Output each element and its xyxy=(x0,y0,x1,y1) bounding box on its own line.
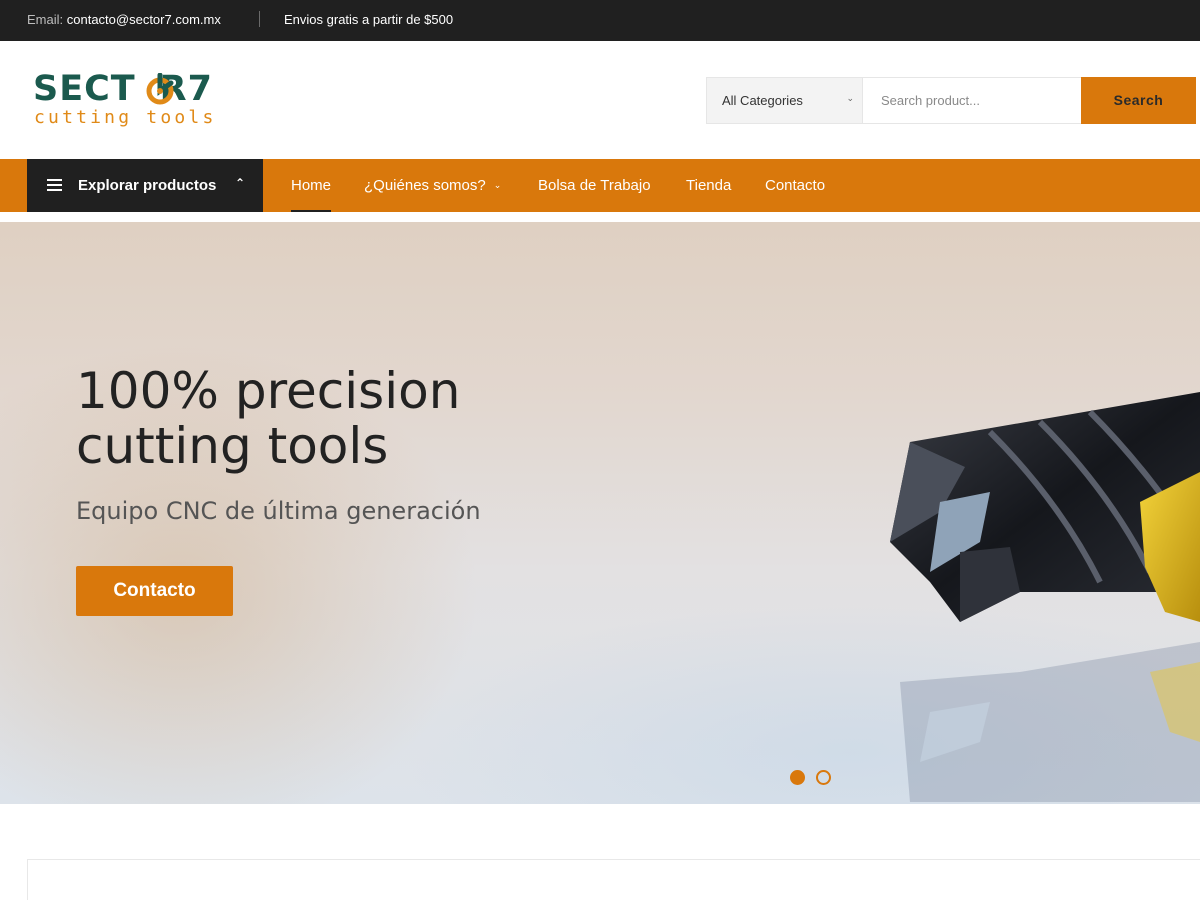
hero-contact-button[interactable]: Contacto xyxy=(76,566,233,616)
nav-item-about-label: ¿Quiénes somos? xyxy=(364,177,486,194)
site-header: SECT R7 cutting tools All Categories ⌄ S… xyxy=(0,41,1200,159)
search-input[interactable] xyxy=(862,78,1081,123)
slider-dot-1[interactable] xyxy=(790,770,805,785)
logo-wordmark: SECT R7 xyxy=(33,69,213,109)
end-mill-image xyxy=(890,392,1200,802)
main-nav: Explorar productos ⌃ Home ¿Quiénes somos… xyxy=(0,159,1200,212)
content-card xyxy=(27,859,1200,900)
hero-subtitle: Equipo CNC de última generación xyxy=(76,497,481,525)
chevron-up-icon: ⌃ xyxy=(235,176,246,190)
nav-item-contact[interactable]: Contacto xyxy=(765,177,825,194)
hero-slider: 100% precision cutting tools Equipo CNC … xyxy=(0,222,1200,804)
divider xyxy=(259,11,260,27)
logo-mark-icon xyxy=(146,73,174,105)
nav-item-jobs[interactable]: Bolsa de Trabajo xyxy=(538,177,651,194)
contact-email[interactable]: Email: contacto@sector7.com.mx xyxy=(27,12,221,27)
nav-item-home[interactable]: Home xyxy=(291,177,332,212)
site-logo[interactable]: SECT R7 cutting tools xyxy=(33,69,233,131)
slider-dot-2[interactable] xyxy=(816,770,831,785)
chevron-down-icon: ⌄ xyxy=(493,180,502,190)
logo-tagline: cutting tools xyxy=(34,107,217,128)
nav-item-about[interactable]: ¿Quiénes somos? ⌄ xyxy=(364,177,501,194)
search-button[interactable]: Search xyxy=(1081,77,1196,124)
top-bar: Email: contacto@sector7.com.mx Envios gr… xyxy=(0,0,1200,41)
email-link[interactable]: contacto@sector7.com.mx xyxy=(67,12,221,27)
email-label: Email: xyxy=(27,12,64,27)
product-search: All Categories ⌄ Search xyxy=(706,77,1196,124)
nav-item-shop[interactable]: Tienda xyxy=(686,177,731,194)
explore-products-button[interactable]: Explorar productos ⌃ xyxy=(27,159,263,212)
explore-products-label: Explorar productos xyxy=(78,177,217,194)
category-select[interactable]: All Categories ⌄ xyxy=(707,78,862,123)
hero-title: 100% precision cutting tools xyxy=(76,362,461,475)
hamburger-icon xyxy=(47,179,62,192)
chevron-down-icon: ⌄ xyxy=(846,93,854,103)
shipping-notice: Envios gratis a partir de $500 xyxy=(284,12,454,27)
category-select-value: All Categories xyxy=(722,93,803,108)
